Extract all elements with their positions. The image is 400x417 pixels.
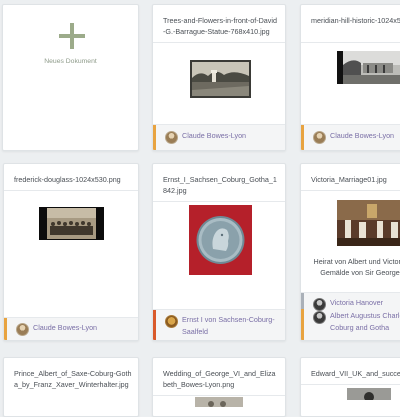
avatar [165,131,178,144]
document-thumbnail [39,207,104,240]
avatar [313,131,326,144]
card-footer: Claude Bowes-Lyon [153,124,285,150]
document-title: Wedding_of_George_VI_and_Elizabeth_Bowes… [163,369,276,389]
document-title: Ernst_I_Sachsen_Coburg_Gotha_1842.jpg [163,175,277,195]
document-card[interactable]: Victoria_Marriage01.jpg Heirat von Alber… [300,163,400,341]
author-link[interactable]: Claude Bowes-Lyon [182,130,246,142]
document-title: meridian-hill-historic-1024x538.jpg [311,16,400,25]
new-document-card[interactable]: Neues Dokument [2,4,139,151]
document-thumbnail [347,388,391,400]
document-card[interactable]: Ernst_I_Sachsen_Coburg_Gotha_1842.jpg Er… [152,163,286,341]
document-title: Trees-and-Flowers-in-front-of-David-G.-B… [163,16,277,36]
document-thumbnail [189,205,252,275]
image-caption: Heirat von Albert und Victoria [313,257,400,266]
document-title: Prince_Albert_of_Saxe-Coburg-Gotha_by_Fr… [14,369,132,389]
document-card[interactable]: Trees-and-Flowers-in-front-of-David-G.-B… [152,4,286,151]
image-caption: Gemälde von Sir George [320,268,400,277]
avatar [313,311,326,324]
document-title: frederick-douglass-1024x530.png [14,175,121,184]
document-title: Edward_VII_UK_and_successors [311,369,400,378]
document-thumbnail [190,60,251,98]
document-card[interactable]: meridian-hill-historic-1024x538.jpg Clau… [300,4,400,151]
document-thumbnail [195,397,243,407]
author-link[interactable]: Victoria Hanover [330,297,383,309]
author-link[interactable]: Ernst I von Sachsen-Coburg-Saalfeld [182,314,281,338]
author-link[interactable]: Albert Augustus Charles Coburg and Gotha [330,310,400,334]
avatar [165,315,178,328]
document-card[interactable]: Prince_Albert_of_Saxe-Coburg-Gotha_by_Fr… [3,357,139,417]
author-link[interactable]: Claude Bowes-Lyon [33,322,97,334]
card-footer: Victoria Hanover Albert Augustus Charles… [301,292,400,340]
card-footer: Ernst I von Sachsen-Coburg-Saalfeld [153,309,285,340]
document-card[interactable]: Edward_VII_UK_and_successors [300,357,400,417]
document-thumbnail [337,200,400,246]
card-footer: Claude Bowes-Lyon [301,124,400,150]
avatar [16,323,29,336]
document-thumbnail [337,51,400,84]
new-document-label: Neues Dokument [44,58,97,65]
plus-icon [59,23,85,49]
document-card[interactable]: frederick-douglass-1024x530.png Claude B… [3,163,139,341]
document-card[interactable]: Wedding_of_George_VI_and_Elizabeth_Bowes… [152,357,286,417]
author-link[interactable]: Claude Bowes-Lyon [330,130,394,142]
card-footer: Claude Bowes-Lyon [4,317,138,340]
document-title: Victoria_Marriage01.jpg [311,175,387,184]
